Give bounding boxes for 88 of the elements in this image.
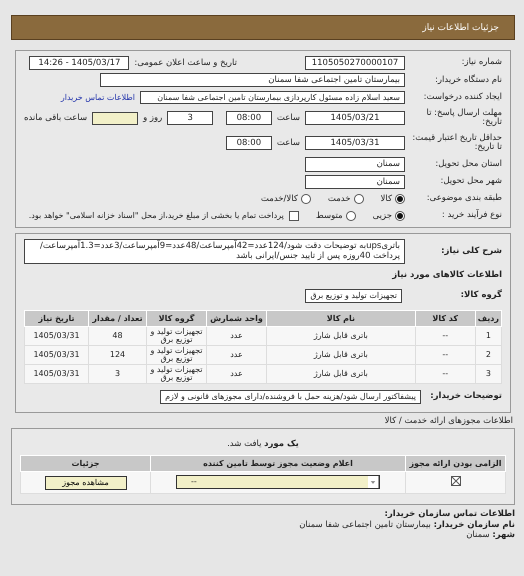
- field-label: نوع فرآیند خرید :: [440, 211, 502, 220]
- field-label: تاریخ و ساعت اعلان عمومی:: [134, 58, 237, 68]
- table-cell: 1405/03/31: [24, 326, 88, 346]
- creator-field: سعید اسلام زاده مسئول کارپردازی بیمارستان تامین اجتماعی شفا سمنان: [140, 90, 405, 104]
- column-header: ردیف: [475, 310, 502, 326]
- result-count: یک مورد یافت شد.: [227, 439, 299, 449]
- table-cell: 1: [475, 326, 502, 346]
- table-cell: عدد: [206, 326, 266, 346]
- table-cell: --: [415, 364, 476, 384]
- column-header: اعلام وضعیت مجوز توسط تامین کننده: [150, 456, 406, 472]
- table-cell: تجهیزات تولید و توزیع برق: [146, 346, 206, 364]
- radio-button[interactable]: [354, 194, 364, 204]
- buyer-notes-field: پیشفاکتور ارسال شود/هزینه حمل با فروشنده/دارای مجوزهای قانونی و لازم: [160, 390, 421, 404]
- radio-button[interactable]: [300, 194, 311, 204]
- field-label: شماره نیاز:: [460, 58, 502, 68]
- header-title: جزئیات اطلاعات نیاز: [422, 22, 499, 32]
- goods-group-field: تجهیزات تولید و توزیع برق: [305, 289, 402, 303]
- radio-label: متوسط: [316, 210, 343, 221]
- column-header: تعداد / مقدار: [88, 310, 146, 326]
- status-select[interactable]: --: [176, 474, 380, 489]
- field-label: شهر محل تحویل:: [439, 176, 502, 186]
- view-license-button[interactable]: مشاهده مجوز: [44, 476, 126, 490]
- field-label: روز و: [143, 113, 162, 124]
- contact-title: اطلاعات تماس سازمان خریدار:: [384, 509, 515, 520]
- table-cell: تجهیزات تولید و توزیع برق: [146, 364, 206, 384]
- deadline-date-field: 1405/03/21: [305, 111, 405, 126]
- days-field: 3: [167, 111, 214, 126]
- section-title: اطلاعات کالاهای مورد نیاز: [392, 270, 502, 280]
- checkbox[interactable]: [288, 210, 299, 221]
- announce-date-field: 1405/03/17 - 14:26: [29, 56, 130, 70]
- field-label: ایجاد کننده درخواست:: [422, 92, 502, 102]
- province-field: سمنان: [305, 157, 405, 172]
- field-label: طبقه بندی موضوعی:: [426, 194, 502, 204]
- table-cell: باتری قابل شارژ: [266, 326, 416, 346]
- table-cell: تجهیزات تولید و توزیع برق: [146, 326, 206, 346]
- need-number-field: 1105050270000107: [305, 56, 405, 70]
- table-cell: 1405/03/31: [24, 346, 88, 364]
- contact-label: نام سازمان خریدار:: [434, 520, 515, 530]
- table-cell: 3: [88, 364, 146, 384]
- column-header: گروه کالا: [146, 310, 206, 326]
- contact-label: شهر:: [492, 530, 515, 540]
- column-header: جزئیات: [20, 456, 150, 472]
- table-cell: باتری قابل شارژ: [266, 364, 416, 384]
- field-label: گروه کالا:: [460, 291, 502, 301]
- section-title: اطلاعات مجوزهای ارائه خدمت / کالا: [384, 416, 513, 426]
- radio-button[interactable]: [346, 210, 356, 221]
- field-label: حداقل تاریخ اعتبار قیمت: تا تاریخ:: [411, 134, 502, 153]
- table-cell: عدد: [206, 364, 266, 384]
- table-cell: 1405/03/31: [24, 364, 88, 384]
- radio-label: جزیی: [372, 210, 392, 221]
- field-label: مهلت ارسال پاسخ: تا تاریخ:: [426, 109, 502, 128]
- radio-label: خدمت: [328, 194, 351, 204]
- table-cell: 3: [475, 364, 502, 384]
- column-header: واحد شمارش: [206, 310, 266, 326]
- table-cell: 48: [88, 326, 146, 346]
- radio-button[interactable]: [395, 194, 405, 204]
- payment-note: پرداخت تمام یا بخشی از مبلغ خرید،از محل "اسناد خزانه اسلامی" خواهد بود.: [28, 211, 284, 220]
- column-header: تاریخ نیاز: [24, 310, 88, 326]
- hours-field: [92, 112, 138, 125]
- table-cell: 124: [88, 346, 146, 364]
- table-cell: 2: [475, 346, 502, 364]
- city-field: سمنان: [305, 174, 405, 189]
- field-label: توضیحات خریدار:: [429, 392, 502, 402]
- validity-date-field: 1405/03/31: [305, 136, 405, 150]
- field-label: ساعت باقی مانده: [24, 113, 88, 124]
- field-label: استان محل تحویل:: [434, 160, 502, 170]
- radio-label: کالا/خدمت: [260, 194, 298, 204]
- description-field: باتریupsبه توضیحات دقت شود/124عدد=42آمپرساعت/48عدد=9آمپرساعت/3عدد=1.3آمپرساعت/پرداخت 40روزه پس از تایید جنس/ایرانی باشد: [24, 238, 405, 264]
- column-header: الزامی بودن ارائه مجوز: [406, 456, 506, 472]
- table-cell: --: [415, 346, 476, 364]
- contact-link[interactable]: اطلاعات تماس خریدار: [60, 92, 135, 102]
- radio-button[interactable]: [395, 210, 405, 221]
- column-header: نام کالا: [266, 310, 416, 326]
- field-label: ساعت: [276, 113, 300, 124]
- column-header: کد کالا: [415, 310, 476, 326]
- table-cell: --: [415, 326, 476, 346]
- field-label: شرح کلی نیاز:: [440, 246, 502, 256]
- buyer-name-field: بیمارستان تامین اجتماعی شفا سمنان: [100, 73, 405, 88]
- contact-value: سمنان: [466, 530, 490, 540]
- field-label: نام دستگاه خریدار:: [434, 76, 502, 85]
- table-cell: عدد: [206, 346, 266, 364]
- caret-icon: [368, 476, 379, 488]
- contact-value: بیمارستان تامین اجتماعی شفا سمنان: [299, 520, 431, 530]
- deadline-time-field: 08:00: [226, 111, 272, 126]
- radio-label: کالا: [380, 194, 392, 204]
- table-cell: باتری قابل شارژ: [266, 346, 416, 364]
- validity-time-field: 08:00: [226, 136, 272, 150]
- field-label: ساعت: [276, 138, 300, 148]
